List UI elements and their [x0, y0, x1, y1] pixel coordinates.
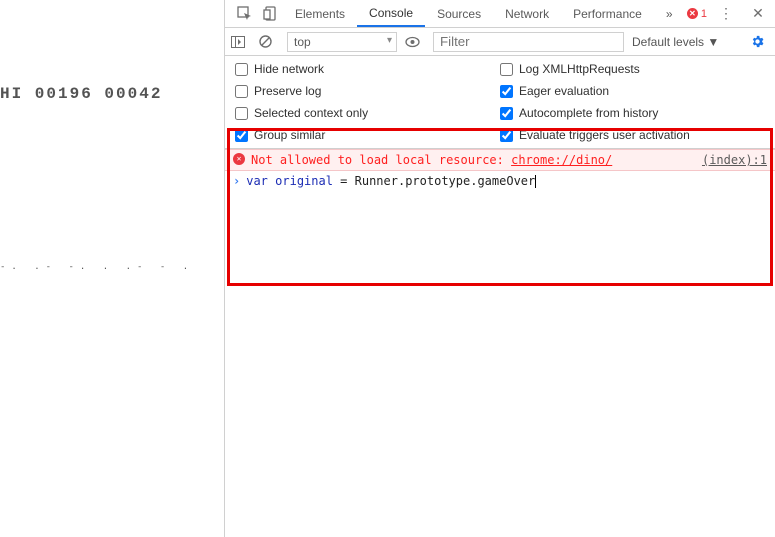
checkbox-autocomplete-history[interactable]	[500, 107, 513, 120]
tab-console[interactable]: Console	[357, 0, 425, 27]
setting-group-similar[interactable]: Group similar	[235, 128, 500, 142]
prompt-icon: ›	[233, 172, 240, 190]
toggle-device-icon[interactable]	[257, 0, 283, 27]
dino-ground: -. .- -. . .- - .	[0, 262, 204, 272]
checkbox-selected-context[interactable]	[235, 107, 248, 120]
tab-performance[interactable]: Performance	[561, 0, 654, 27]
log-levels-label: Default levels ▼	[632, 35, 719, 49]
console-sidebar-toggle-icon[interactable]	[231, 36, 251, 48]
setting-eval-triggers[interactable]: Evaluate triggers user activation	[500, 128, 765, 142]
error-url[interactable]: chrome://dino/	[511, 153, 612, 167]
console-error-row[interactable]: ✕ Not allowed to load local resource: ch…	[225, 149, 775, 171]
setting-preserve-log[interactable]: Preserve log	[235, 84, 500, 98]
console-input-text[interactable]: var original = Runner.prototype.gameOver	[246, 172, 536, 190]
setting-log-xhr[interactable]: Log XMLHttpRequests	[500, 62, 765, 76]
devtools-tabbar: Elements Console Sources Network Perform…	[225, 0, 775, 28]
tab-network[interactable]: Network	[493, 0, 561, 27]
checkbox-group-similar[interactable]	[235, 129, 248, 142]
error-count: 1	[701, 8, 707, 20]
close-devtools-icon[interactable]: ✕	[745, 5, 771, 22]
page-content[interactable]: HI 00196 00042 -. .- -. . .- - .	[0, 0, 225, 537]
setting-selected-context[interactable]: Selected context only	[235, 106, 500, 120]
error-message: Not allowed to load local resource: chro…	[251, 151, 612, 169]
setting-hide-network[interactable]: Hide network	[235, 62, 500, 76]
devtools-panel: Elements Console Sources Network Perform…	[225, 0, 775, 537]
console-settings-icon[interactable]	[750, 34, 769, 49]
console-toolbar: top Default levels ▼	[225, 28, 775, 56]
tabs-overflow[interactable]: »	[654, 0, 685, 27]
tab-elements[interactable]: Elements	[283, 0, 357, 27]
kebab-menu-icon[interactable]: ⋮	[713, 5, 739, 22]
tab-sources[interactable]: Sources	[425, 0, 493, 27]
setting-eager-eval[interactable]: Eager evaluation	[500, 84, 765, 98]
error-icon: ✕	[233, 153, 245, 165]
console-settings-panel: Hide network Log XMLHttpRequests Preserv…	[225, 56, 775, 149]
inspect-element-icon[interactable]	[231, 0, 257, 27]
error-source-link[interactable]: (index):1	[702, 151, 767, 169]
checkbox-preserve-log[interactable]	[235, 85, 248, 98]
checkbox-eval-triggers[interactable]	[500, 129, 513, 142]
console-body[interactable]: ✕ Not allowed to load local resource: ch…	[225, 149, 775, 537]
console-input-row[interactable]: › var original = Runner.prototype.gameOv…	[225, 171, 775, 191]
context-selector-value: top	[294, 35, 311, 49]
checkbox-hide-network[interactable]	[235, 63, 248, 76]
context-selector[interactable]: top	[287, 32, 397, 52]
filter-input[interactable]	[433, 32, 624, 52]
clear-console-icon[interactable]	[259, 35, 279, 48]
log-levels-select[interactable]: Default levels ▼	[632, 35, 719, 49]
setting-autocomplete-history[interactable]: Autocomplete from history	[500, 106, 765, 120]
live-expression-icon[interactable]	[405, 36, 425, 48]
checkbox-eager-eval[interactable]	[500, 85, 513, 98]
checkbox-log-xhr[interactable]	[500, 63, 513, 76]
dino-score: HI 00196 00042	[0, 85, 162, 103]
error-dot-icon: ✕	[687, 8, 698, 19]
error-counter[interactable]: ✕ 1	[687, 8, 707, 20]
text-cursor	[535, 175, 536, 188]
